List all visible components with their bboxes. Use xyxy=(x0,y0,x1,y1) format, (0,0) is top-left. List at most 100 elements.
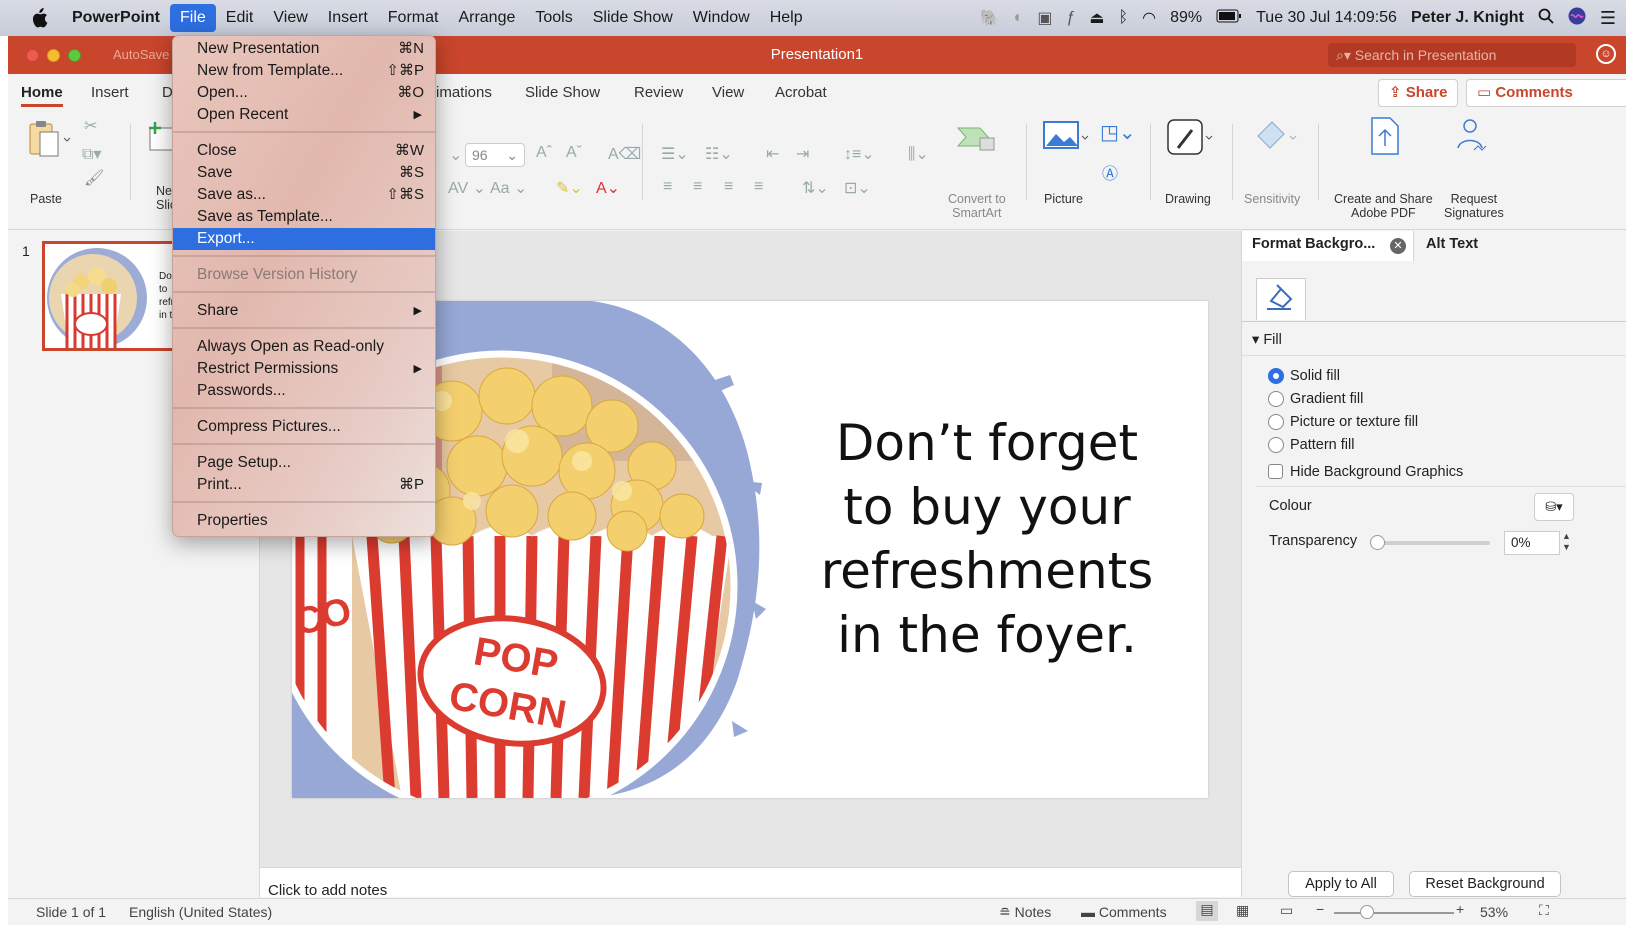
bullets-icon[interactable]: ☰⌄ xyxy=(661,144,689,164)
radio-picture-fill[interactable] xyxy=(1268,414,1284,430)
zoom-level[interactable]: 53% xyxy=(1480,904,1508,920)
create-pdf-icon[interactable] xyxy=(1368,116,1402,159)
char-spacing-icon[interactable]: AV ⌄ xyxy=(448,178,486,198)
menu-insert[interactable]: Insert xyxy=(318,0,378,36)
fill-category-icon[interactable] xyxy=(1256,278,1306,320)
menu-item-open-recent[interactable]: Open Recent ▶ xyxy=(173,104,435,126)
colour-picker-button[interactable]: ⛁▾ xyxy=(1534,493,1574,521)
menu-view[interactable]: View xyxy=(263,0,317,36)
language-status[interactable]: English (United States) xyxy=(129,904,272,920)
picture-icon[interactable] xyxy=(1042,118,1090,157)
menu-file[interactable]: File xyxy=(170,4,216,32)
columns-icon[interactable]: ⫼⌄ xyxy=(908,144,929,164)
menu-tools[interactable]: Tools xyxy=(525,0,582,36)
zoom-slider[interactable] xyxy=(1334,912,1454,914)
align-right-icon[interactable]: ≡ xyxy=(724,178,733,196)
increase-font-icon[interactable]: Aˆ xyxy=(536,144,552,162)
wifi-icon[interactable]: ◠ xyxy=(1142,8,1156,28)
menu-slide-show[interactable]: Slide Show xyxy=(583,0,683,36)
menu-arrange[interactable]: Arrange xyxy=(448,0,525,36)
tab-alt-text[interactable]: Alt Text xyxy=(1426,236,1478,252)
radio-gradient-fill[interactable] xyxy=(1268,391,1284,407)
menu-item-passwords[interactable]: Passwords... xyxy=(173,380,435,402)
zoom-slider-thumb[interactable] xyxy=(1360,905,1374,919)
radio-solid-fill[interactable] xyxy=(1268,368,1284,384)
change-case-icon[interactable]: Aa ⌄ xyxy=(490,178,527,198)
slide-text-box[interactable]: Don’t forget to buy your refreshments in… xyxy=(812,411,1162,667)
tab-format-background[interactable]: Format Backgro... ✕ xyxy=(1242,231,1414,261)
slide-sorter-icon[interactable]: ▦ xyxy=(1236,902,1249,919)
text-direction-icon[interactable]: ⇅⌄ xyxy=(802,178,829,198)
shapes-icon[interactable]: ◳⌄ xyxy=(1100,120,1136,145)
menu-item-export[interactable]: Export... xyxy=(173,228,435,250)
menu-item-open[interactable]: Open... ⌘O xyxy=(173,82,435,104)
normal-view-icon[interactable]: ▤ xyxy=(1196,901,1218,921)
screen-capture-icon[interactable]: ▣ xyxy=(1037,8,1052,28)
sensitivity-icon[interactable] xyxy=(1252,118,1298,161)
user-name[interactable]: Peter J. Knight xyxy=(1411,9,1524,27)
menu-item-properties[interactable]: Properties xyxy=(173,510,435,532)
menu-edit[interactable]: Edit xyxy=(216,0,264,36)
transparency-slider[interactable] xyxy=(1372,541,1490,545)
spotlight-search-icon[interactable] xyxy=(1538,8,1554,29)
tab-slide-show[interactable]: Slide Show xyxy=(525,84,600,101)
search-input[interactable]: ⌕▾ Search in Presentation xyxy=(1328,43,1576,67)
paste-icon[interactable] xyxy=(24,118,74,162)
fill-section-header[interactable]: ▾ Fill xyxy=(1252,332,1282,348)
control-center-icon[interactable]: ☰ xyxy=(1600,8,1616,29)
apply-to-all-button[interactable]: Apply to All xyxy=(1288,871,1394,897)
comments-button[interactable]: ▭ Comments xyxy=(1466,79,1626,107)
app-menu-powerpoint[interactable]: PowerPoint xyxy=(62,0,170,36)
battery-icon[interactable] xyxy=(1216,9,1242,28)
script-icon[interactable]: ƒ xyxy=(1066,9,1075,27)
transparency-stepper[interactable]: ▲ ▼ xyxy=(1562,531,1571,553)
menu-item-restrict-permissions[interactable]: Restrict Permissions ▶ xyxy=(173,358,435,380)
copy-icon[interactable]: ⧉▾ xyxy=(82,144,101,164)
menu-item-compress-pictures[interactable]: Compress Pictures... xyxy=(173,416,435,438)
zoom-in-icon[interactable]: + xyxy=(1456,901,1464,917)
menu-item-print[interactable]: Print... ⌘P xyxy=(173,474,435,496)
zoom-out-icon[interactable]: − xyxy=(1316,901,1324,917)
menu-item-share[interactable]: Share ▶ xyxy=(173,300,435,322)
menu-item-new-presentation[interactable]: New Presentation ⌘N xyxy=(173,38,435,60)
tab-view[interactable]: View xyxy=(712,84,744,101)
font-size-field[interactable]: 96 ⌄ xyxy=(465,143,525,167)
radio-pattern-fill[interactable] xyxy=(1268,437,1284,453)
reset-background-button[interactable]: Reset Background xyxy=(1409,871,1561,897)
transparency-value-field[interactable]: 0% xyxy=(1504,531,1560,555)
notes-toggle[interactable]: ≘ Notes xyxy=(999,904,1051,921)
share-button[interactable]: ⇪ Share xyxy=(1378,79,1459,107)
menu-item-save-as[interactable]: Save as... ⇧⌘S xyxy=(173,184,435,206)
decrease-indent-icon[interactable]: ⇤ xyxy=(766,144,779,164)
menu-item-close[interactable]: Close ⌘W xyxy=(173,140,435,162)
format-painter-icon[interactable]: 🖌 xyxy=(84,168,104,188)
bluetooth-icon[interactable]: ᛒ xyxy=(1119,9,1129,27)
tab-acrobat[interactable]: Acrobat xyxy=(775,84,827,101)
menu-item-always-open-read-only[interactable]: Always Open as Read-only xyxy=(173,336,435,358)
menu-window[interactable]: Window xyxy=(683,0,760,36)
tab-home[interactable]: Home xyxy=(21,84,63,107)
comments-toggle[interactable]: ▬ Comments xyxy=(1081,904,1167,920)
font-color-icon[interactable]: A⌄ xyxy=(596,178,620,198)
evernote-icon[interactable]: 🐘 xyxy=(980,8,1000,28)
clear-formatting-icon[interactable]: A⌫ xyxy=(608,144,641,164)
smartart-icon[interactable] xyxy=(956,120,1002,157)
siri-icon[interactable] xyxy=(1568,7,1586,30)
menu-help[interactable]: Help xyxy=(760,0,813,36)
align-text-icon[interactable]: ⊡⌄ xyxy=(844,178,871,198)
numbering-icon[interactable]: ☷⌄ xyxy=(705,144,733,164)
highlight-icon[interactable]: ✎⌄ xyxy=(556,178,583,198)
menu-item-save[interactable]: Save ⌘S xyxy=(173,162,435,184)
notes-area[interactable]: Click to add notes xyxy=(260,867,1250,899)
fit-slide-icon[interactable]: ⛶ xyxy=(1539,902,1549,919)
textbox-icon[interactable]: Ⓐ xyxy=(1102,160,1118,184)
font-name-dropdown-icon[interactable]: ⌄ xyxy=(449,145,462,165)
clock[interactable]: Tue 30 Jul 14:09:56 xyxy=(1256,9,1397,27)
menu-format[interactable]: Format xyxy=(378,0,449,36)
airplay-icon[interactable]: ⏏ xyxy=(1089,8,1104,28)
tab-insert[interactable]: Insert xyxy=(91,84,129,101)
menu-item-page-setup[interactable]: Page Setup... xyxy=(173,452,435,474)
cut-icon[interactable]: ✂ xyxy=(84,116,97,136)
apple-menu-icon[interactable] xyxy=(0,0,62,36)
tab-review[interactable]: Review xyxy=(634,84,683,101)
